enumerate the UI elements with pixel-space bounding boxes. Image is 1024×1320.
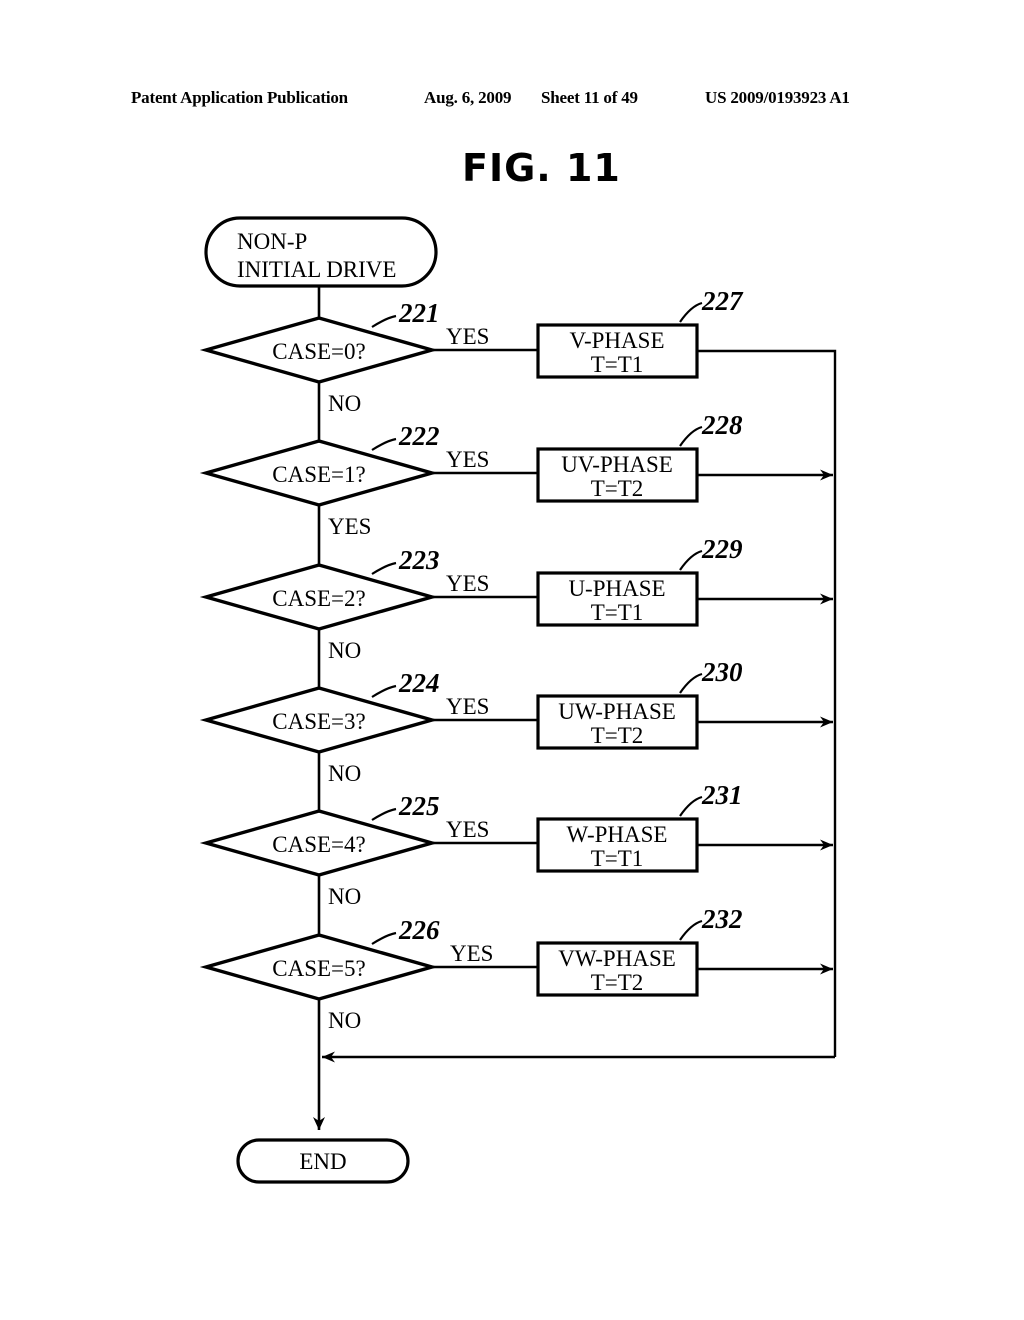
process-230-line1: UW-PHASE <box>558 699 676 724</box>
leader-231 <box>679 795 703 817</box>
leader-229 <box>679 549 703 571</box>
ref-number-226: 226 <box>398 915 440 945</box>
decision-221-label: CASE=0? <box>272 339 365 364</box>
process-229-line1: U-PHASE <box>568 576 665 601</box>
process-228: UV-PHASE T=T2 <box>536 447 699 503</box>
ref-number-222: 222 <box>398 421 440 451</box>
leader-224 <box>371 684 397 698</box>
end-node: END <box>236 1138 410 1184</box>
process-231-line2: T=T1 <box>591 846 644 871</box>
process-231-line1: W-PHASE <box>567 822 668 847</box>
leader-230 <box>679 672 703 694</box>
process-227-line1: V-PHASE <box>569 328 664 353</box>
process-227: V-PHASE T=T1 <box>536 323 699 379</box>
leader-232 <box>679 919 703 941</box>
ref-number-230: 230 <box>701 657 743 687</box>
leader-227 <box>679 301 703 323</box>
start-node-line1: NON-P <box>237 229 307 254</box>
ref-number-231: 231 <box>701 780 743 810</box>
ref-number-229: 229 <box>701 534 743 564</box>
leader-226 <box>371 931 397 945</box>
edge-label-223-yes: YES <box>446 571 489 596</box>
process-231: W-PHASE T=T1 <box>536 817 699 873</box>
edge-label-222-down: YES <box>328 514 371 539</box>
edge-label-222-yes: YES <box>446 447 489 472</box>
edge-label-221-yes: YES <box>446 324 489 349</box>
return-bus <box>697 349 837 1057</box>
process-228-line2: T=T2 <box>591 476 644 501</box>
decision-225-label: CASE=4? <box>272 832 365 857</box>
ref-number-232: 232 <box>701 904 743 934</box>
edge-label-226-down: NO <box>328 1008 361 1033</box>
end-node-label: END <box>299 1149 346 1174</box>
ref-number-228: 228 <box>701 410 743 440</box>
ref-number-227: 227 <box>701 286 744 316</box>
edge-label-221-down: NO <box>328 391 361 416</box>
ref-number-224: 224 <box>398 668 440 698</box>
process-229: U-PHASE T=T1 <box>536 571 699 627</box>
ref-number-221: 221 <box>398 298 440 328</box>
start-node-line2: INITIAL DRIVE <box>237 257 396 282</box>
decision-222-label: CASE=1? <box>272 462 365 487</box>
edge-label-223-down: NO <box>328 638 361 663</box>
flowchart-diagram: NON-P INITIAL DRIVE CASE=0? 221 YES NO V… <box>199 216 837 1184</box>
process-232-line1: VW-PHASE <box>558 946 676 971</box>
decision-226-label: CASE=5? <box>272 956 365 981</box>
ref-number-223: 223 <box>398 545 440 575</box>
process-232: VW-PHASE T=T2 <box>536 941 699 997</box>
leader-228 <box>679 425 703 447</box>
leader-222 <box>371 437 397 451</box>
process-232-line2: T=T2 <box>591 970 644 995</box>
process-227-line2: T=T1 <box>591 352 644 377</box>
process-228-line1: UV-PHASE <box>561 452 673 477</box>
process-230: UW-PHASE T=T2 <box>536 694 699 750</box>
leader-221 <box>371 314 397 328</box>
start-node: NON-P INITIAL DRIVE <box>204 216 438 288</box>
leader-225 <box>371 807 397 821</box>
process-230-line2: T=T2 <box>591 723 644 748</box>
process-229-line2: T=T1 <box>591 600 644 625</box>
decision-224-label: CASE=3? <box>272 709 365 734</box>
decision-223-label: CASE=2? <box>272 586 365 611</box>
edge-label-224-down: NO <box>328 761 361 786</box>
edge-label-224-yes: YES <box>446 694 489 719</box>
edge-label-225-down: NO <box>328 884 361 909</box>
edge-label-225-yes: YES <box>446 817 489 842</box>
ref-number-225: 225 <box>398 791 440 821</box>
edge-label-226-yes: YES <box>450 941 493 966</box>
leader-223 <box>371 561 397 575</box>
